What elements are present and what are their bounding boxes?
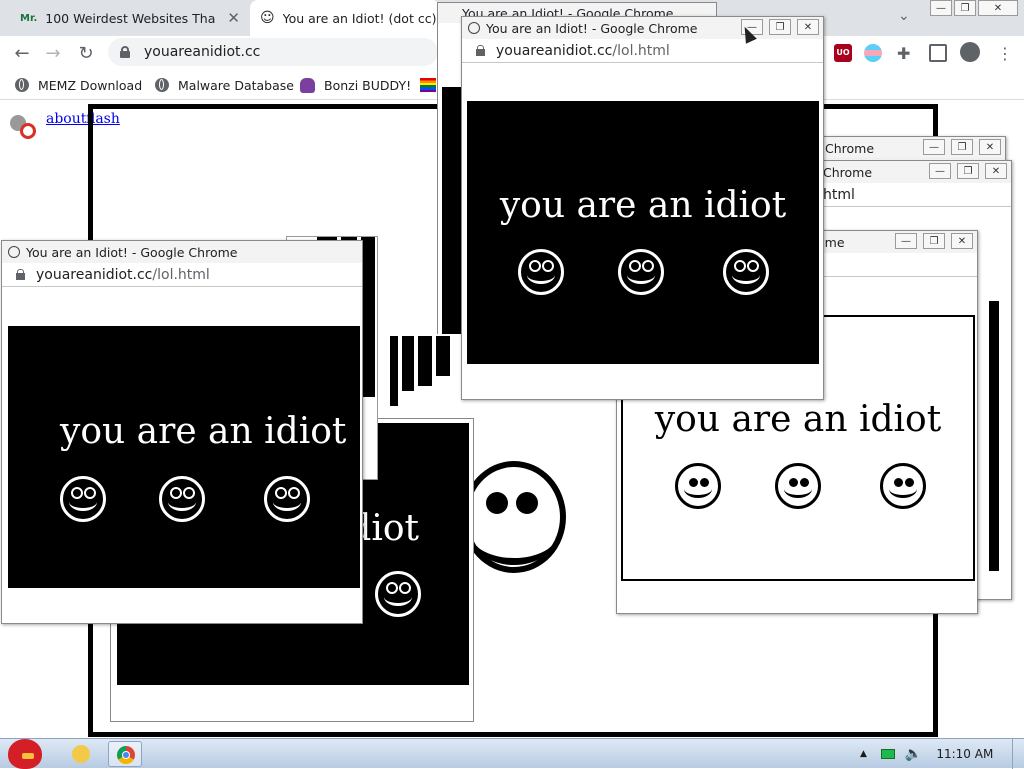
lock-icon (120, 46, 130, 58)
popup-address: html (813, 183, 1011, 207)
close-icon[interactable]: ✕ (985, 163, 1007, 179)
close-icon[interactable]: ✕ (979, 139, 1001, 155)
forward-arrow-icon[interactable]: → (38, 36, 68, 70)
globe-icon (15, 78, 29, 92)
minimize-icon[interactable]: — (929, 163, 951, 179)
bookmark-bonzi[interactable]: Bonzi BUDDY! (300, 70, 411, 100)
idiot-message: you are an idiot (60, 411, 347, 452)
battery-icon[interactable] (880, 749, 895, 759)
popup-title: You are an Idiot! - Google Chrome (26, 244, 238, 260)
idiot-message: you are an idiot (654, 399, 942, 440)
menu-kebab-icon[interactable]: ⋮ (996, 44, 1014, 63)
ublock-icon[interactable]: UO (834, 44, 852, 62)
address-bar[interactable]: youareanidiot.cc (108, 38, 438, 66)
clock[interactable]: 11:10 AM (936, 747, 993, 761)
minimize-icon[interactable]: — (923, 139, 945, 155)
close-icon[interactable]: ✕ (978, 0, 1018, 16)
tab-weirdest-websites[interactable]: Mr. 100 Weirdest Websites That'll ✕ (8, 0, 248, 36)
window-controls: — ❐ ✕ (923, 139, 1001, 155)
window-controls: — ❐ ✕ (895, 233, 973, 249)
system-tray: ▲ 🔈 11:10 AM (860, 739, 993, 769)
smiley-icon (375, 571, 421, 617)
popup-address: youareanidiot.cc/lol.html (2, 263, 362, 287)
big-smiley-icon (462, 461, 566, 573)
close-icon[interactable]: ✕ (219, 9, 248, 27)
reload-icon[interactable]: ↻ (71, 36, 101, 70)
smiley-icon (8, 246, 20, 258)
maximize-icon[interactable]: ❐ (769, 19, 791, 35)
maximize-icon[interactable]: ❐ (923, 233, 945, 249)
smiley-icon (723, 249, 769, 295)
rainbow-bookmark-icon[interactable] (420, 78, 436, 92)
smiley-icon: ☺ (260, 10, 275, 26)
extension-flag-icon[interactable] (864, 44, 882, 62)
tray-up-arrow-icon[interactable]: ▲ (860, 749, 867, 759)
bonzi-icon (300, 77, 315, 93)
window-controls: — ❐ ✕ (930, 0, 1024, 18)
maximize-icon[interactable]: ❐ (951, 139, 973, 155)
volume-icon[interactable]: 🔈 (905, 746, 922, 762)
profile-avatar-icon[interactable] (960, 42, 980, 62)
popup-window-left[interactable]: You are an Idiot! - Google Chrome youare… (1, 240, 363, 624)
back-arrow-icon[interactable]: ← (7, 36, 37, 70)
close-icon[interactable]: ✕ (951, 233, 973, 249)
tab-label: You are an Idiot! (dot cc) (282, 10, 437, 26)
puzzle-icon[interactable]: ✚ (897, 44, 915, 63)
chrome-taskbar-button[interactable] (108, 741, 142, 767)
smiley-icon (775, 463, 821, 509)
smiley-icon (518, 249, 564, 295)
address-url: youareanidiot.cc (144, 44, 261, 60)
tab-favicon: Mr. (20, 12, 38, 24)
popup-window-top[interactable]: You are an Idiot! - Google Chrome — ❐ ✕ … (461, 16, 824, 400)
popup-address: youareanidiot.cc/lol.html (462, 39, 823, 63)
window-controls: — ❐ ✕ (929, 163, 1007, 179)
smiley-icon (468, 22, 480, 34)
smiley-icon (675, 463, 721, 509)
bookmark-label: MEMZ Download (38, 77, 143, 93)
tab-label: 100 Weirdest Websites That'll (45, 10, 216, 26)
bookmark-malware-db[interactable]: Malware Database (155, 70, 294, 100)
smiley-icon (618, 249, 664, 295)
smiley-icon (264, 476, 310, 522)
maximize-icon[interactable]: ❐ (957, 163, 979, 179)
popup-screen: you are an idiot (467, 101, 819, 364)
bookmark-label: Malware Database (178, 77, 294, 93)
tab-search-chevron-icon[interactable]: ⌄ (898, 8, 910, 24)
weather-icon[interactable] (72, 745, 90, 763)
popup-title: You are an Idiot! - Google Chrome (486, 20, 698, 36)
speaker-muted-icon[interactable] (8, 109, 38, 139)
lock-icon (476, 45, 485, 56)
smiley-icon (159, 476, 205, 522)
lock-icon (16, 269, 25, 280)
smiley-icon (880, 463, 926, 509)
angry-bird-start-icon[interactable] (6, 733, 46, 769)
tab-you-are-an-idiot[interactable]: ☺ You are an Idiot! (dot cc) (250, 0, 440, 36)
maximize-icon[interactable]: ❐ (954, 0, 976, 16)
bookmark-memz[interactable]: MEMZ Download (15, 70, 142, 100)
close-icon[interactable]: ✕ (797, 19, 819, 35)
minimize-icon[interactable]: — (930, 0, 952, 16)
popup-titlebar: You are an Idiot! - Google Chrome (2, 241, 362, 263)
sidepanel-icon[interactable] (929, 44, 947, 62)
popup-screen: you are an idiot (8, 326, 360, 588)
globe-icon (155, 78, 169, 92)
idiot-message: you are an idiot (499, 185, 787, 226)
smiley-icon (60, 476, 106, 522)
about-link[interactable]: about (46, 111, 86, 127)
minimize-icon[interactable]: — (895, 233, 917, 249)
show-desktop-button[interactable] (1012, 739, 1024, 769)
taskbar: ▲ 🔈 11:10 AM (0, 738, 1024, 769)
bookmark-label: Bonzi BUDDY! (324, 77, 412, 93)
glitch-bars (388, 334, 463, 418)
